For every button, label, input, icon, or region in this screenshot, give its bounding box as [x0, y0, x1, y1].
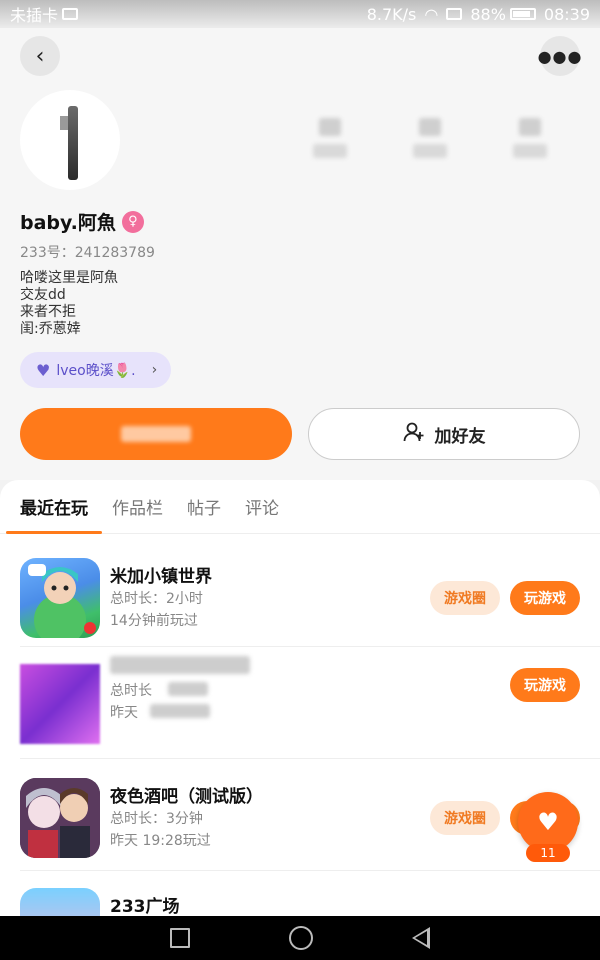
add-friend-label: 加好友 [434, 426, 486, 447]
chevron-left-icon: ‹ [35, 43, 45, 69]
game-last-played: 昨天 19:28玩过 [110, 833, 211, 849]
game-icon[interactable] [20, 778, 100, 858]
bio-line: 来者不拒 [20, 304, 76, 320]
like-fab[interactable]: ♥ [518, 792, 578, 852]
back-icon[interactable] [412, 927, 431, 949]
game-title: 米加小镇世界 [110, 567, 212, 587]
game-duration: 总时长：2小时 [110, 591, 203, 607]
tab-bar: 最近在玩 作品栏 帖子 评论 [0, 480, 600, 534]
add-user-icon [403, 421, 425, 448]
tab-comments[interactable]: 评论 [245, 480, 279, 534]
stat-followers[interactable] [400, 118, 460, 158]
game-circle-button[interactable]: 游戏圈 [430, 801, 500, 835]
battery-indicator: 88% [470, 5, 536, 24]
game-duration: 总时长 [110, 683, 152, 699]
battery-icon [509, 8, 536, 20]
avatar[interactable] [20, 90, 120, 190]
stat-following[interactable] [300, 118, 360, 158]
network-speed: 8.7K/s [366, 4, 417, 24]
bio-line: 交友dd [20, 287, 66, 303]
status-bar: 未插卡 8.7K/s ◠ 88% 08:39 [0, 0, 600, 28]
bio: 哈喽这里是阿魚 交友dd 来者不拒 闺:乔蒽婞 [20, 270, 118, 338]
game-title: 233广场 [110, 897, 180, 916]
user-id: 233号：241283789 [20, 242, 155, 262]
uid-label: 233号： [20, 245, 75, 261]
clock: 08:39 [543, 4, 590, 24]
tab-posts[interactable]: 帖子 [187, 480, 221, 534]
game-row[interactable]: 米加小镇世界 总时长：2小时 14分钟前玩过 游戏圈 玩游戏 [0, 536, 600, 638]
game-icon[interactable] [20, 664, 100, 744]
more-icon: ●●● [537, 46, 583, 66]
uid-value: 241283789 [74, 245, 155, 261]
add-friend-button[interactable]: 加好友 [308, 408, 580, 460]
game-row[interactable]: 夜色酒吧（测试版） 总时长：3分钟 昨天 19:28玩过 游戏圈 玩游戏 [0, 756, 600, 858]
nickname-text: baby.阿魚 [20, 212, 116, 234]
bio-line: 闺:乔蒽婞 [20, 321, 81, 337]
back-button[interactable]: ‹ [20, 36, 60, 76]
follow-label-blurred [121, 426, 191, 442]
carrier-label: 未插卡 [10, 6, 59, 25]
system-nav-bar [0, 916, 600, 960]
tab-recent[interactable]: 最近在玩 [6, 480, 102, 534]
follow-button[interactable] [20, 408, 292, 460]
game-row[interactable]: 总时长 昨天 玩游戏 [0, 642, 600, 744]
play-game-button[interactable]: 玩游戏 [510, 668, 580, 702]
profile-header: ‹ ●●● baby.阿魚 ♀ 233号：241283789 哈喽这里是阿魚 交… [0, 28, 600, 480]
content-panel: 最近在玩 作品栏 帖子 评论 米加小镇世界 总时长：2小时 14分钟前玩过 游戏… [0, 480, 600, 916]
game-icon[interactable] [20, 888, 100, 916]
sim-icon [62, 8, 79, 20]
more-button[interactable]: ●●● [537, 36, 583, 76]
stat-likes[interactable] [500, 118, 560, 158]
game-icon[interactable] [20, 558, 100, 638]
vibrate-icon [446, 8, 463, 20]
heart-icon: ♥ [537, 808, 559, 836]
chevron-right-icon: › [151, 362, 158, 378]
game-duration: 总时长：3分钟 [110, 811, 203, 827]
game-circle-button[interactable]: 游戏圈 [430, 581, 500, 615]
home-icon[interactable] [288, 926, 313, 950]
partner-name: lveo晚溪🌷. [56, 363, 136, 379]
recents-icon[interactable] [169, 928, 190, 948]
profile-stats [300, 118, 560, 158]
heart-icon: ♥ [36, 360, 51, 380]
partner-tag[interactable]: ♥ lveo晚溪🌷. › [20, 352, 172, 388]
battery-percent: 88% [470, 4, 506, 24]
nickname: baby.阿魚 ♀ [20, 208, 144, 235]
game-last-played: 14分钟前玩过 [110, 613, 198, 629]
bio-line: 哈喽这里是阿魚 [20, 270, 118, 286]
play-game-button[interactable]: 玩游戏 [510, 581, 580, 615]
female-icon: ♀ [121, 210, 144, 233]
tab-works[interactable]: 作品栏 [112, 480, 163, 534]
game-title: 夜色酒吧（测试版） [110, 787, 263, 807]
wifi-icon: ◠ [424, 4, 439, 24]
like-count: 11 [526, 844, 570, 862]
game-row[interactable]: 233广场 [0, 866, 600, 916]
game-last-played: 昨天 [110, 705, 138, 721]
